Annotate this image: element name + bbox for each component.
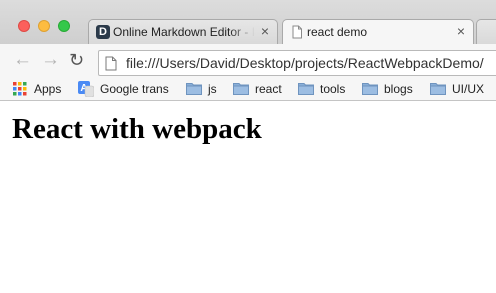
folder-icon [430, 83, 446, 95]
tab-strip: D Online Markdown Editor - I × react dem… [0, 0, 496, 44]
new-tab-button[interactable] [476, 19, 496, 44]
markdown-editor-favicon-icon: D [96, 25, 110, 39]
window-close-button[interactable] [18, 20, 30, 32]
toolbar: ← → ↻ file:///Users/David/Desktop/projec… [0, 44, 496, 78]
bookmarks-bar: Apps A Google trans js react tools blogs… [0, 78, 496, 101]
google-translate-icon: A [78, 81, 94, 97]
page-content: React with webpack [0, 101, 496, 293]
tab-title: Online Markdown Editor - I [113, 25, 255, 39]
apps-grid-icon [13, 82, 27, 96]
bookmark-label: js [208, 82, 217, 96]
bookmark-label: blogs [384, 82, 413, 96]
url-text: file:///Users/David/Desktop/projects/Rea… [126, 55, 484, 71]
bookmark-label: react [255, 82, 282, 96]
document-icon [292, 25, 302, 39]
address-bar[interactable]: file:///Users/David/Desktop/projects/Rea… [98, 50, 496, 76]
reload-button[interactable]: ↻ [69, 50, 84, 70]
page-heading: React with webpack [12, 113, 262, 145]
browser-window: D Online Markdown Editor - I × react dem… [0, 0, 496, 293]
tab-react-demo[interactable]: react demo × [282, 19, 474, 44]
folder-icon [233, 83, 249, 95]
folder-icon [362, 83, 378, 95]
forward-button[interactable]: → [41, 50, 60, 70]
window-minimize-button[interactable] [38, 20, 50, 32]
folder-icon [298, 83, 314, 95]
page-icon [105, 56, 117, 71]
bookmark-label: UI/UX [452, 82, 485, 96]
tab-title: react demo [307, 25, 368, 39]
folder-icon [186, 83, 202, 95]
tab-close-icon[interactable]: × [261, 23, 269, 39]
tab-close-icon[interactable]: × [457, 23, 465, 39]
bookmark-label: Google trans [100, 82, 169, 96]
tab-online-markdown-editor[interactable]: D Online Markdown Editor - I × [88, 19, 278, 44]
window-maximize-button[interactable] [58, 20, 70, 32]
bookmark-label: Apps [34, 82, 62, 96]
back-button[interactable]: ← [13, 50, 32, 70]
bookmark-label: tools [320, 82, 346, 96]
